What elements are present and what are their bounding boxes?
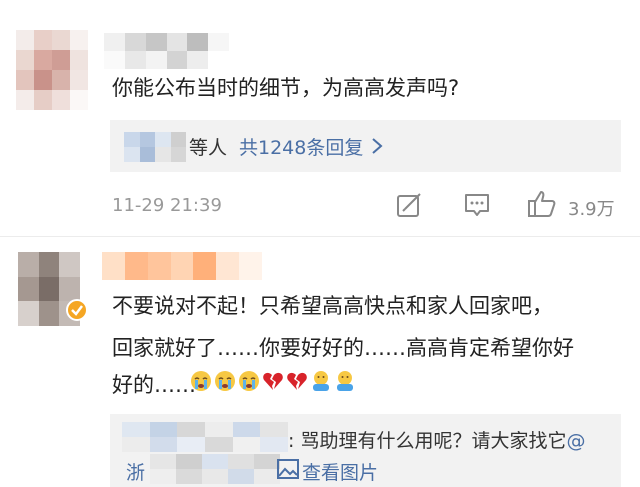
image-icon[interactable] bbox=[276, 458, 300, 480]
divider bbox=[0, 236, 640, 237]
replies-panel[interactable] bbox=[110, 120, 621, 172]
mention-link[interactable]: @ bbox=[566, 430, 585, 452]
comment-icon[interactable] bbox=[464, 192, 490, 218]
crying-face-icon bbox=[239, 371, 259, 391]
share-icon[interactable] bbox=[396, 192, 422, 218]
comment-text-line: 好的…… bbox=[112, 373, 196, 397]
username-blurred[interactable] bbox=[102, 252, 262, 280]
verified-badge-icon bbox=[66, 299, 88, 321]
quoted-text-blurred bbox=[150, 454, 280, 484]
username-blurred[interactable] bbox=[104, 33, 229, 69]
quoted-post-mention-fragment[interactable]: 浙 bbox=[126, 458, 145, 485]
avatar[interactable] bbox=[16, 30, 88, 110]
chevron-right-icon[interactable] bbox=[369, 136, 385, 156]
hugging-face-icon bbox=[313, 371, 329, 391]
broken-heart-icon bbox=[263, 372, 283, 390]
comment-timestamp: 11-29 21:39 bbox=[112, 195, 222, 216]
thumbs-up-icon[interactable] bbox=[527, 189, 557, 219]
comment-text: 你能公布当时的细节，为高高发声吗? bbox=[112, 76, 460, 100]
broken-heart-icon bbox=[287, 372, 307, 390]
quoted-post-text: : 骂助理有什么用呢？请大家找它@ bbox=[288, 426, 585, 453]
view-image-link[interactable]: 查看图片 bbox=[302, 458, 378, 485]
crying-face-icon bbox=[191, 371, 211, 391]
hugging-face-icon bbox=[337, 371, 353, 391]
reply-users-blurred bbox=[124, 132, 186, 162]
comment-text-line: 不要说对不起！只希望高高快点和家人回家吧， bbox=[112, 294, 553, 318]
reply-count-link[interactable]: 共1248条回复 bbox=[239, 133, 363, 160]
like-count: 3.9万 bbox=[568, 199, 615, 220]
emoji-row bbox=[190, 369, 358, 393]
quoted-post-body: : 骂助理有什么用呢？请大家找它 bbox=[288, 430, 567, 452]
reply-users-suffix: 等人 bbox=[189, 137, 228, 159]
comment-text-line: 回家就好了……你要好好的……高高肯定希望你好 bbox=[112, 336, 574, 360]
crying-face-icon bbox=[215, 371, 235, 391]
quoted-user-blurred bbox=[122, 422, 288, 452]
